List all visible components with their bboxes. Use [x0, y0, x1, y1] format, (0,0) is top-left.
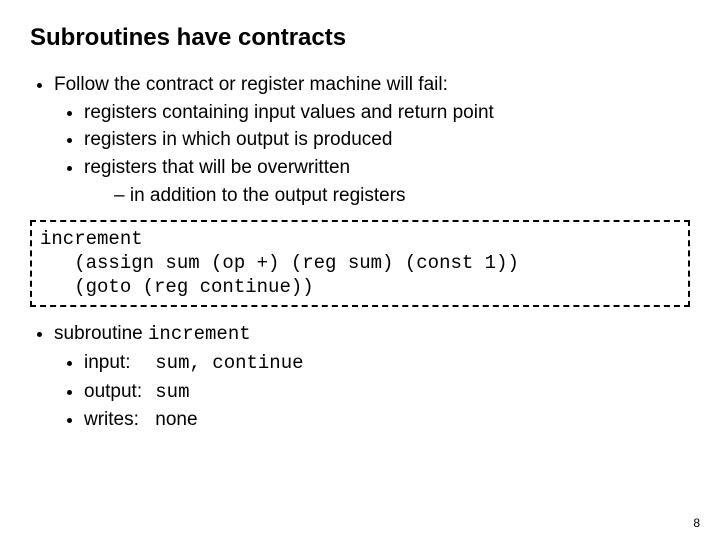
list-item-text: registers in which output is produced — [84, 129, 392, 150]
list-item: writes: none — [84, 407, 690, 433]
row-value: sum, continue — [155, 352, 303, 374]
row-value: sum — [155, 381, 189, 403]
subroutine-prefix: subroutine — [54, 323, 148, 344]
row-label: writes: — [84, 407, 150, 433]
list-item-text: registers containing input values and re… — [84, 102, 494, 123]
list-item: registers containing input values and re… — [84, 100, 690, 126]
contract-subsublist: in addition to the output registers — [84, 183, 690, 209]
list-item: Follow the contract or register machine … — [54, 72, 690, 208]
list-item: registers that will be overwritten in ad… — [84, 155, 690, 208]
subroutine-list: subroutine increment input: sum, continu… — [30, 321, 690, 433]
code-block: increment (assign sum (op +) (reg sum) (… — [30, 220, 690, 307]
subroutine-name: increment — [148, 323, 251, 345]
subroutine-details: input: sum, continue output: sum writes:… — [54, 350, 690, 433]
row-label: input: — [84, 350, 150, 376]
list-item-text: in addition to the output registers — [130, 185, 406, 206]
slide-title: Subroutines have contracts — [30, 24, 690, 52]
list-item: registers in which output is produced — [84, 127, 690, 153]
row-label: output: — [84, 379, 150, 405]
list-item: input: sum, continue — [84, 350, 690, 377]
list-item: output: sum — [84, 379, 690, 406]
list-item: subroutine increment input: sum, continu… — [54, 321, 690, 433]
page-number: 8 — [693, 516, 700, 530]
contract-list: Follow the contract or register machine … — [30, 72, 690, 208]
row-value: none — [155, 409, 197, 430]
list-item-text: registers that will be overwritten — [84, 157, 350, 178]
list-item-text: Follow the contract or register machine … — [54, 74, 448, 95]
contract-sublist: registers containing input values and re… — [54, 100, 690, 209]
list-item: in addition to the output registers — [114, 183, 690, 209]
slide: Subroutines have contracts Follow the co… — [0, 0, 720, 540]
